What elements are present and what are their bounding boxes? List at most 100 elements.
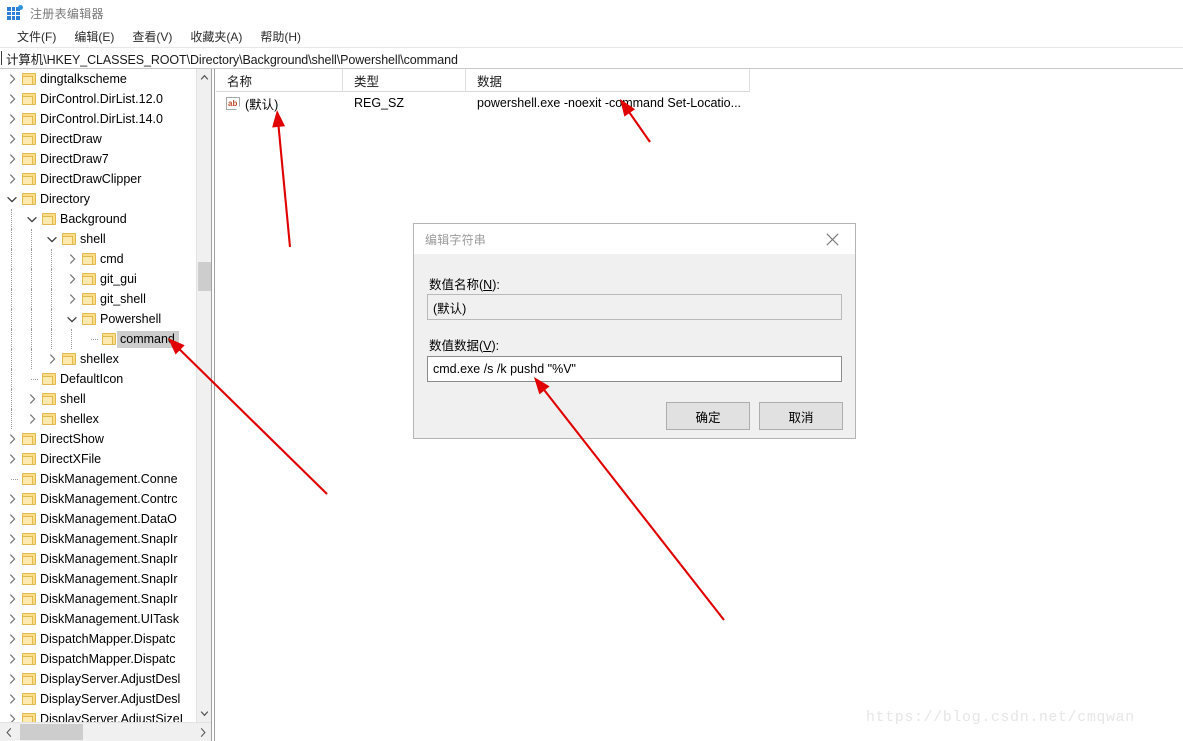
chevron-right-icon[interactable] (4, 89, 20, 109)
tree-item-label: DispatchMapper.Dispatc (40, 652, 176, 666)
tree-item-directdraw7[interactable]: DirectDraw7 (0, 149, 196, 169)
tree-vertical-scroll-thumb[interactable] (198, 262, 211, 291)
tree-item-displayserver-adjustdesl[interactable]: DisplayServer.AdjustDesl (0, 689, 196, 709)
chevron-right-icon[interactable] (4, 649, 20, 669)
tree-item-dingtalkscheme[interactable]: dingtalkscheme (0, 69, 196, 89)
close-icon[interactable] (810, 224, 855, 254)
tree-item-diskmanagement-snapir[interactable]: DiskManagement.SnapIr (0, 529, 196, 549)
tree-item-label: DirControl.DirList.14.0 (40, 112, 163, 126)
tree-item-directxfile[interactable]: DirectXFile (0, 449, 196, 469)
folder-icon (20, 489, 38, 509)
chevron-right-icon[interactable] (4, 429, 20, 449)
tree-item-shell[interactable]: shell (0, 389, 196, 409)
tree-item-label: DiskManagement.SnapIr (40, 552, 178, 566)
menu-help[interactable]: 帮助(H) (251, 27, 310, 47)
tree-horizontal-scroll-thumb[interactable] (20, 724, 83, 740)
menu-favorites[interactable]: 收藏夹(A) (181, 27, 251, 47)
menu-edit[interactable]: 编辑(E) (65, 27, 123, 47)
column-header-data[interactable]: 数据 (466, 69, 750, 92)
tree-item-diskmanagement-snapir[interactable]: DiskManagement.SnapIr (0, 589, 196, 609)
tree-item-label: DirectShow (40, 432, 104, 446)
scroll-left-icon[interactable] (0, 723, 17, 741)
column-header-type[interactable]: 类型 (343, 69, 466, 92)
tree-item-git-shell[interactable]: git_shell (0, 289, 196, 309)
chevron-right-icon[interactable] (4, 169, 20, 189)
tree-item-dispatchmapper-dispatc[interactable]: DispatchMapper.Dispatc (0, 629, 196, 649)
chevron-right-icon[interactable] (4, 489, 20, 509)
chevron-right-icon[interactable] (4, 529, 20, 549)
tree-item-shellex[interactable]: shellex (0, 409, 196, 429)
registry-key-tree[interactable]: dingtalkscheme DirControl.DirList.12.0 Dir… (0, 69, 211, 722)
chevron-right-icon[interactable] (4, 449, 20, 469)
tree-item-diskmanagement-snapir[interactable]: DiskManagement.SnapIr (0, 549, 196, 569)
chevron-right-icon[interactable] (4, 69, 20, 89)
chevron-right-icon[interactable] (24, 409, 40, 429)
tree-item-shellex[interactable]: shellex (0, 349, 196, 369)
chevron-right-icon[interactable] (24, 389, 40, 409)
chevron-down-icon[interactable] (4, 189, 20, 209)
dialog-titlebar: 编辑字符串 (414, 224, 855, 254)
tree-item-diskmanagement-uitask[interactable]: DiskManagement.UITask (0, 609, 196, 629)
value-name-input[interactable]: (默认) (427, 294, 842, 320)
value-type-cell: REG_SZ (354, 96, 405, 110)
tree-item-command[interactable]: command (0, 329, 196, 349)
tree-item-displayserver-adjustdesl[interactable]: DisplayServer.AdjustDesl (0, 669, 196, 689)
tree-item-diskmanagement-datao[interactable]: DiskManagement.DataO (0, 509, 196, 529)
chevron-down-icon[interactable] (64, 309, 80, 329)
chevron-down-icon[interactable] (24, 209, 40, 229)
tree-item-dispatchmapper-dispatc[interactable]: DispatchMapper.Dispatc (0, 649, 196, 669)
tree-item-directshow[interactable]: DirectShow (0, 429, 196, 449)
menu-view[interactable]: 查看(V) (123, 27, 181, 47)
menu-file[interactable]: 文件(F) (8, 27, 65, 47)
chevron-right-icon[interactable] (64, 289, 80, 309)
chevron-down-icon[interactable] (44, 229, 60, 249)
tree-item-background[interactable]: Background (0, 209, 196, 229)
chevron-right-icon[interactable] (4, 669, 20, 689)
tree-item-directdrawclipper[interactable]: DirectDrawClipper (0, 169, 196, 189)
chevron-right-icon[interactable] (64, 269, 80, 289)
chevron-right-icon[interactable] (4, 709, 20, 722)
chevron-right-icon[interactable] (4, 609, 20, 629)
chevron-right-icon[interactable] (44, 349, 60, 369)
scroll-right-icon[interactable] (194, 723, 211, 741)
tree-item-dircontrol-dirlist-12-0[interactable]: DirControl.DirList.12.0 (0, 89, 196, 109)
tree-item-git-gui[interactable]: git_gui (0, 269, 196, 289)
scroll-up-icon[interactable] (197, 69, 211, 85)
tree-item-displayserver-adjustsizei[interactable]: DisplayServer.AdjustSizeI (0, 709, 196, 722)
tree-item-label: dingtalkscheme (40, 72, 127, 86)
tree-item-powershell[interactable]: Powershell (0, 309, 196, 329)
table-row[interactable]: ab (默认) REG_SZ powershell.exe -noexit -c… (216, 92, 750, 114)
tree-item-dircontrol-dirlist-14-0[interactable]: DirControl.DirList.14.0 (0, 109, 196, 129)
tree-item-diskmanagement-conne[interactable]: DiskManagement.Conne (0, 469, 196, 489)
tree-item-defaulticon[interactable]: DefaultIcon (0, 369, 196, 389)
cancel-button[interactable]: 取消 (759, 402, 843, 430)
chevron-right-icon[interactable] (4, 629, 20, 649)
scroll-down-icon[interactable] (197, 706, 211, 722)
tree-item-directory[interactable]: Directory (0, 189, 196, 209)
tree-item-cmd[interactable]: cmd (0, 249, 196, 269)
chevron-right-icon[interactable] (4, 549, 20, 569)
tree-vertical-scrollbar[interactable] (196, 69, 211, 722)
chevron-right-icon[interactable] (4, 149, 20, 169)
column-header-name[interactable]: 名称 (216, 69, 343, 92)
address-bar[interactable]: 计算机\HKEY_CLASSES_ROOT\Directory\Backgrou… (0, 48, 1183, 69)
tree-item-diskmanagement-snapir[interactable]: DiskManagement.SnapIr (0, 569, 196, 589)
tree-item-label: Powershell (100, 312, 162, 326)
tree-item-shell[interactable]: shell (0, 229, 196, 249)
chevron-right-icon[interactable] (4, 509, 20, 529)
tree-item-directdraw[interactable]: DirectDraw (0, 129, 196, 149)
chevron-right-icon[interactable] (4, 109, 20, 129)
pane-splitter[interactable] (211, 69, 215, 741)
dialog-body: 数值名称(N): (默认) 数值数据(V): cmd.exe /s /k pus… (414, 254, 855, 438)
chevron-right-icon[interactable] (64, 249, 80, 269)
folder-icon (80, 289, 98, 309)
ok-button[interactable]: 确定 (666, 402, 750, 430)
tree-horizontal-scrollbar[interactable] (0, 722, 211, 741)
chevron-right-icon[interactable] (4, 689, 20, 709)
chevron-right-icon[interactable] (4, 589, 20, 609)
chevron-right-icon[interactable] (4, 129, 20, 149)
chevron-right-icon[interactable] (4, 569, 20, 589)
tree-item-diskmanagement-contrc[interactable]: DiskManagement.Contrc (0, 489, 196, 509)
folder-icon (20, 149, 38, 169)
value-data-input[interactable]: cmd.exe /s /k pushd "%V" (427, 356, 842, 382)
